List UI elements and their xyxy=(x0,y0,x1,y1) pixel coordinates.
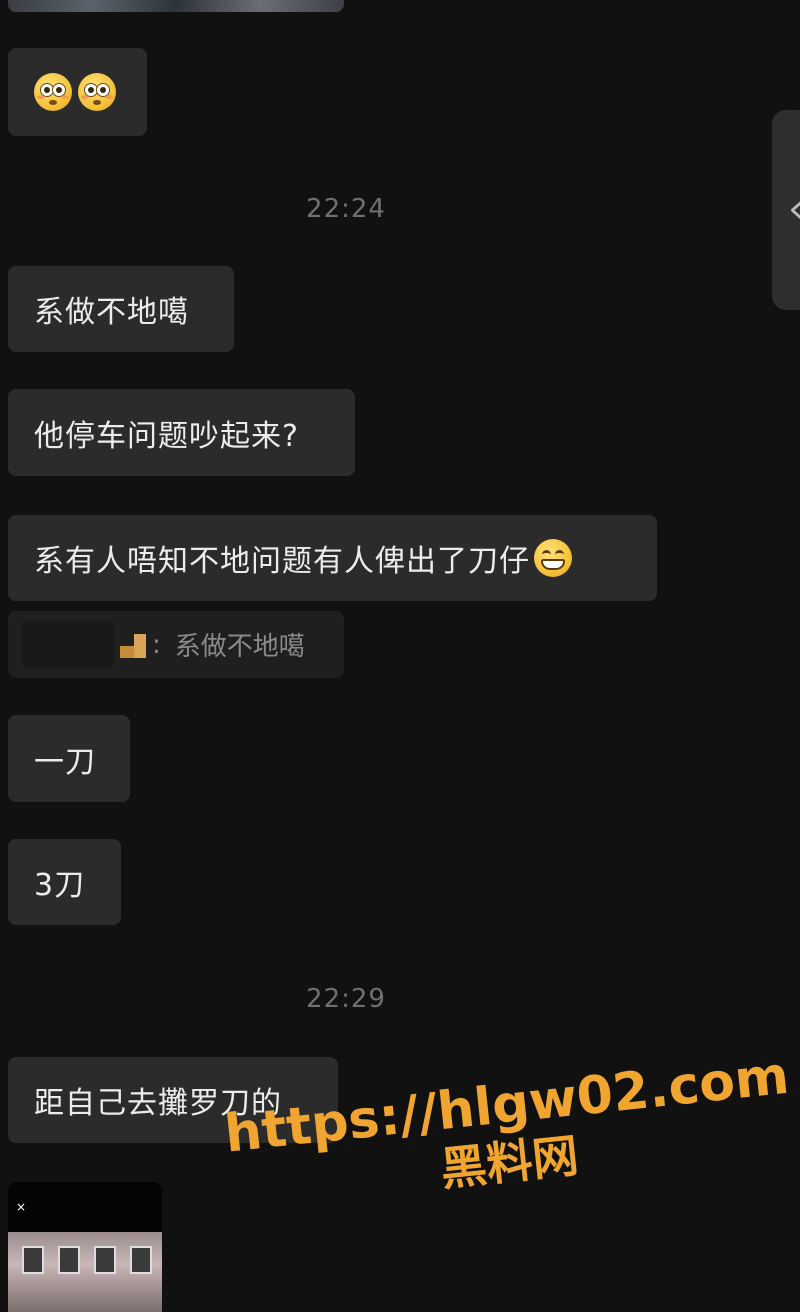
message-text: 3刀 xyxy=(34,868,86,903)
message-text: 他停车问题吵起来? xyxy=(34,418,299,454)
message-bubble[interactable]: 系做不地噶 xyxy=(8,266,234,352)
photo-building xyxy=(8,1232,162,1312)
message-bubble-emoji[interactable] xyxy=(8,48,147,136)
message-text: 系做不地噶 xyxy=(34,295,189,330)
quote-separator: : xyxy=(152,629,161,660)
image-message-top[interactable] xyxy=(8,0,344,12)
message-bubble[interactable]: 系有人唔知不地问题有人俾出了刀仔 xyxy=(8,515,657,601)
sender-avatar-icon xyxy=(120,631,146,658)
side-panel-toggle[interactable]: ‹ xyxy=(772,110,800,310)
close-icon: × xyxy=(16,1200,27,1214)
message-bubble[interactable]: 他停车问题吵起来? xyxy=(8,389,355,476)
quoted-message[interactable]: : 系做不地噶 xyxy=(8,611,344,678)
blurred-sender-name xyxy=(22,621,114,668)
message-text: 系有人唔知不地问题有人俾出了刀仔 xyxy=(34,544,530,579)
chevron-left-icon: ‹ xyxy=(788,186,800,232)
message-bubble[interactable]: 一刀 xyxy=(8,715,130,802)
message-text: 一刀 xyxy=(34,744,96,780)
flushed-face-icon xyxy=(34,73,72,111)
message-bubble[interactable]: 3刀 xyxy=(8,839,121,925)
quote-text: 系做不地噶 xyxy=(174,632,305,662)
image-message-thumbnail[interactable]: × xyxy=(8,1182,162,1312)
timestamp: 22:29 xyxy=(306,984,386,1014)
grinning-face-icon xyxy=(534,539,572,577)
flushed-face-icon xyxy=(78,73,116,111)
timestamp: 22:24 xyxy=(306,194,386,224)
